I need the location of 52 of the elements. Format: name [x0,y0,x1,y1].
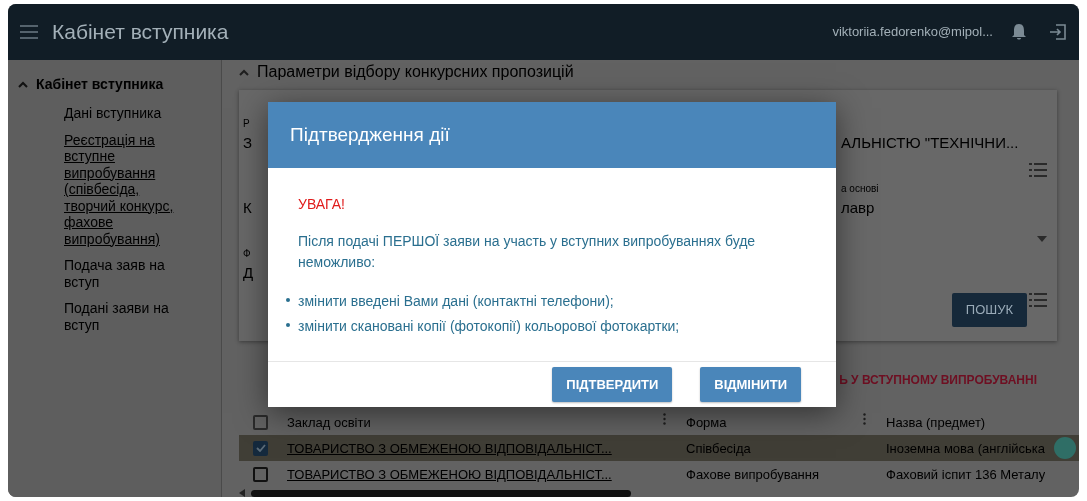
sidebar-section[interactable]: Кабінет вступника [36,74,164,95]
field-value: АЛЬНІСТЮ "ТЕХНІЧНИ... [841,133,1017,153]
cancel-button[interactable]: ВІДМІНИТИ [700,366,801,403]
logout-icon[interactable] [1049,23,1067,41]
column-header[interactable]: Заклад освіти [287,412,371,433]
sidebar-item[interactable]: Дані вступника [64,105,189,122]
field-label: Р [243,117,251,131]
field-label: а основі [841,182,880,196]
dialog-title: Підтвердження дії [268,102,836,168]
sidebar-link[interactable]: Реєстрація на вступне випробування (співбесіда, творчий конкурс, фахове випробування) [64,131,189,248]
caret-icon[interactable] [239,68,249,76]
message-text: Після подачі ПЕРШОЇ заяви на участь у вступних випробуваннях буде неможливо: [298,232,757,272]
bullet-icon [286,298,290,302]
column-header[interactable]: Форма [686,412,727,433]
app-title: Кабінет вступника [52,19,229,46]
column-menu-icon[interactable] [663,412,666,425]
list-item-text: змінити введені Вами дані (контактні телефони); [298,292,614,311]
table-link[interactable]: ТОВАРИСТВО З ОБМЕЖЕНОЮ ВІДПОВІДАЛЬНІСТ... [287,438,672,459]
checkbox[interactable] [253,440,268,456]
field-value: лавр [841,198,876,218]
user-email[interactable]: viktoriia.fedorenko@mipol... [832,22,993,42]
dropdown-caret-icon[interactable] [1037,236,1047,242]
field-label: Ф [243,247,252,261]
confirm-button[interactable]: ПІДТВЕРДИТИ [552,366,673,403]
checkbox[interactable] [253,414,268,430]
warning-text: УВАГА! [298,195,346,214]
column-menu-icon[interactable] [863,412,866,425]
bullet-icon [286,323,290,327]
check-icon [255,444,266,453]
caret-icon[interactable] [18,81,28,88]
table-link[interactable]: ТОВАРИСТВО З ОБМЕЖЕНОЮ ВІДПОВІДАЛЬНІСТ... [287,464,672,485]
scroll-left-icon[interactable] [239,489,245,497]
field-value: К [243,198,253,218]
table-cell-text: Фахове випробування [685,465,820,484]
scrollbar-thumb[interactable] [251,489,631,497]
field-value: Д [243,263,255,283]
column-header[interactable]: Назва (предмет) [886,412,986,433]
bell-icon[interactable] [1011,23,1027,41]
sidebar-item[interactable]: Подача заяв на вступ [64,257,189,291]
table-cell-text: Іноземна мова (англійська [885,439,1046,458]
results-title: Ь У ВСТУПНОМУ ВИПРОБУВАННІ [839,372,1037,390]
list-icon[interactable] [1029,163,1047,177]
sidebar-item[interactable]: Подані заяви на вступ [64,300,189,334]
table-cell-text: Фаховий іспит 136 Металу [885,465,1046,484]
field-value: З [243,133,254,153]
checkbox[interactable] [253,466,268,482]
list-item-text: змінити скановані копії (фотокопії) кольорової фотокартки; [298,317,680,336]
table-cell-text: Співбесіда [685,439,752,458]
search-button[interactable]: ПОШУК [951,293,1027,327]
section-title: Параметри відбору конкурсних пропозицій [257,62,574,82]
menu-icon[interactable] [20,25,38,39]
list-icon[interactable] [1029,293,1047,307]
